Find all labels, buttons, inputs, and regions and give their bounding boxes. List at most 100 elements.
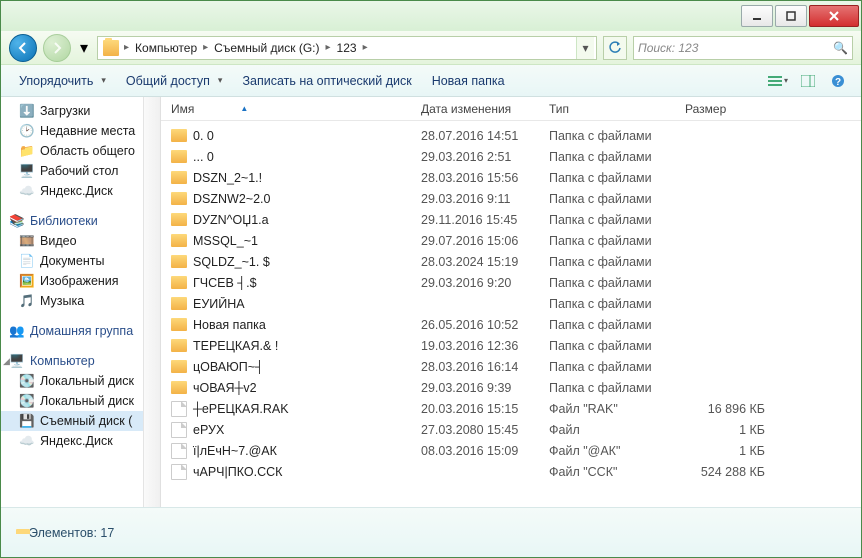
tree-item[interactable]: 📁Область общего	[1, 141, 160, 161]
tree-item[interactable]: 🖼️Изображения	[1, 271, 160, 291]
file-row[interactable]: ї|лЕчН~7.@АК 08.03.2016 15:09 Файл "@АК"…	[161, 440, 861, 461]
file-date: 27.03.2080 15:45	[421, 423, 549, 437]
tree-item[interactable]: 🎵Музыка	[1, 291, 160, 311]
file-size: 1 КБ	[685, 444, 795, 458]
tree-homegroup[interactable]: 👥Домашняя группа	[1, 321, 160, 341]
tree-item[interactable]: 💽Локальный диск	[1, 391, 160, 411]
tree-item[interactable]: 🕑Недавние места	[1, 121, 160, 141]
file-row[interactable]: ┼еРЕЦКАЯ.RAK 20.03.2016 15:15 Файл "RAK"…	[161, 398, 861, 419]
file-row[interactable]: DSZNW2~2.0 29.03.2016 9:11 Папка с файла…	[161, 188, 861, 209]
lib-icon: 🎞️	[19, 233, 35, 249]
folder-icon	[171, 171, 187, 184]
scrollbar[interactable]	[143, 97, 160, 507]
file-type: Файл "ССК"	[549, 465, 685, 479]
file-row[interactable]: ТЕРЕЦКАЯ.& ! 19.03.2016 12:36 Папка с фа…	[161, 335, 861, 356]
burn-button[interactable]: Записать на оптический диск	[234, 70, 419, 92]
folder-icon	[171, 234, 187, 247]
col-header-size[interactable]: Размер	[685, 102, 795, 116]
file-name: ТЕРЕЦКАЯ.& !	[193, 339, 278, 353]
file-name: DSZN_2~1.!	[193, 171, 262, 185]
tree-item[interactable]: 💾Съемный диск (	[1, 411, 160, 431]
file-name: 0. 0	[193, 129, 214, 143]
file-row[interactable]: цОВАЮП~┤ 28.03.2016 16:14 Папка с файлам…	[161, 356, 861, 377]
folder-icon	[171, 318, 187, 331]
search-icon[interactable]: 🔍	[833, 41, 848, 55]
tree-item[interactable]: ⬇️Загрузки	[1, 101, 160, 121]
file-name: ї|лЕчН~7.@АК	[193, 444, 277, 458]
back-button[interactable]	[9, 34, 37, 62]
sort-asc-icon: ▲	[240, 104, 248, 113]
collapse-icon[interactable]: ◢	[3, 356, 10, 367]
address-bar[interactable]: ▸ Компьютер ▸ Съемный диск (G:) ▸ 123 ▸ …	[97, 36, 597, 60]
file-view: Имя▲ Дата изменения Тип Размер 0. 0 28.0…	[161, 97, 861, 507]
tree-libraries[interactable]: 📚Библиотеки	[1, 211, 160, 231]
organize-menu[interactable]: Упорядочить	[11, 70, 114, 92]
search-input[interactable]: Поиск: 123 🔍	[633, 36, 853, 60]
col-header-date[interactable]: Дата изменения	[421, 102, 549, 116]
tree-computer[interactable]: ◢🖥️Компьютер	[1, 351, 160, 371]
tree-item[interactable]: 🖥️Рабочий стол	[1, 161, 160, 181]
file-row[interactable]: 0. 0 28.07.2016 14:51 Папка с файлами	[161, 125, 861, 146]
file-type: Папка с файлами	[549, 297, 685, 311]
file-name: ... 0	[193, 150, 214, 164]
tree-item[interactable]: 📄Документы	[1, 251, 160, 271]
file-icon	[171, 464, 187, 480]
file-row[interactable]: SQLDZ_~1. $ 28.03.2024 15:19 Папка с фай…	[161, 251, 861, 272]
file-row[interactable]: ... 0 29.03.2016 2:51 Папка с файлами	[161, 146, 861, 167]
maximize-button[interactable]	[775, 5, 807, 27]
file-row[interactable]: DSZN_2~1.! 28.03.2016 15:56 Папка с файл…	[161, 167, 861, 188]
address-dropdown[interactable]: ▾	[576, 37, 594, 59]
history-dropdown[interactable]: ▾	[77, 34, 91, 62]
help-button[interactable]: ?	[825, 70, 851, 92]
new-folder-button[interactable]: Новая папка	[424, 70, 513, 92]
breadcrumb-item[interactable]: 123	[333, 39, 361, 57]
breadcrumb-item[interactable]: Съемный диск (G:)	[210, 39, 323, 57]
file-row[interactable]: ГЧСЕВ ┤.$ 29.03.2016 9:20 Папка с файлам…	[161, 272, 861, 293]
file-row[interactable]: DУZN^OЏ1.а 29.11.2016 15:45 Папка с файл…	[161, 209, 861, 230]
fav-icon: 🖥️	[19, 163, 35, 179]
tree-item[interactable]: ☁️Яндекс.Диск	[1, 181, 160, 201]
preview-pane-button[interactable]	[795, 70, 821, 92]
file-date: 28.03.2016 15:56	[421, 171, 549, 185]
refresh-button[interactable]	[603, 36, 627, 60]
chevron-right-icon[interactable]: ▸	[324, 42, 333, 53]
tree-item[interactable]: 🎞️Видео	[1, 231, 160, 251]
navigation-tree[interactable]: ⬇️Загрузки🕑Недавние места📁Область общего…	[1, 97, 161, 507]
file-date: 29.03.2016 9:11	[421, 192, 549, 206]
file-row[interactable]: чАРЧ|ПКО.ССК Файл "ССК" 524 288 КБ	[161, 461, 861, 482]
chevron-right-icon[interactable]: ▸	[201, 42, 210, 53]
file-name: SQLDZ_~1. $	[193, 255, 270, 269]
file-row[interactable]: еРУХ 27.03.2080 15:45 Файл 1 КБ	[161, 419, 861, 440]
chevron-right-icon[interactable]: ▸	[122, 42, 131, 53]
tree-item[interactable]: 💽Локальный диск	[1, 371, 160, 391]
file-row[interactable]: MSSQL_~1 29.07.2016 15:06 Папка с файлам…	[161, 230, 861, 251]
file-type: Папка с файлами	[549, 129, 685, 143]
file-row[interactable]: чОВАЯ┼v2 29.03.2016 9:39 Папка с файлами	[161, 377, 861, 398]
folder-icon	[171, 213, 187, 226]
close-button[interactable]	[809, 5, 859, 27]
col-header-type[interactable]: Тип	[549, 102, 685, 116]
file-size: 16 896 КБ	[685, 402, 795, 416]
minimize-button[interactable]	[741, 5, 773, 27]
file-row[interactable]: ЕУИЙНА Папка с файлами	[161, 293, 861, 314]
titlebar[interactable]	[1, 1, 861, 31]
file-type: Папка с файлами	[549, 150, 685, 164]
share-menu[interactable]: Общий доступ	[118, 70, 231, 92]
file-row[interactable]: Новая папка 26.05.2016 10:52 Папка с фай…	[161, 314, 861, 335]
folder-icon	[171, 255, 187, 268]
column-headers: Имя▲ Дата изменения Тип Размер	[161, 97, 861, 121]
forward-button[interactable]	[43, 34, 71, 62]
lib-icon: 🖼️	[19, 273, 35, 289]
view-mode-button[interactable]	[765, 70, 791, 92]
col-header-name[interactable]: Имя▲	[171, 102, 421, 116]
file-date: 29.11.2016 15:45	[421, 213, 549, 227]
file-list[interactable]: 0. 0 28.07.2016 14:51 Папка с файлами ..…	[161, 121, 861, 507]
chevron-right-icon[interactable]: ▸	[361, 42, 370, 53]
breadcrumb-item[interactable]: Компьютер	[131, 39, 201, 57]
tree-item[interactable]: ☁️Яндекс.Диск	[1, 431, 160, 451]
folder-icon	[171, 276, 187, 289]
status-bar: Элементов: 17	[1, 507, 861, 557]
folder-icon	[171, 360, 187, 373]
toolbar: Упорядочить Общий доступ Записать на опт…	[1, 65, 861, 97]
folder-icon	[171, 381, 187, 394]
